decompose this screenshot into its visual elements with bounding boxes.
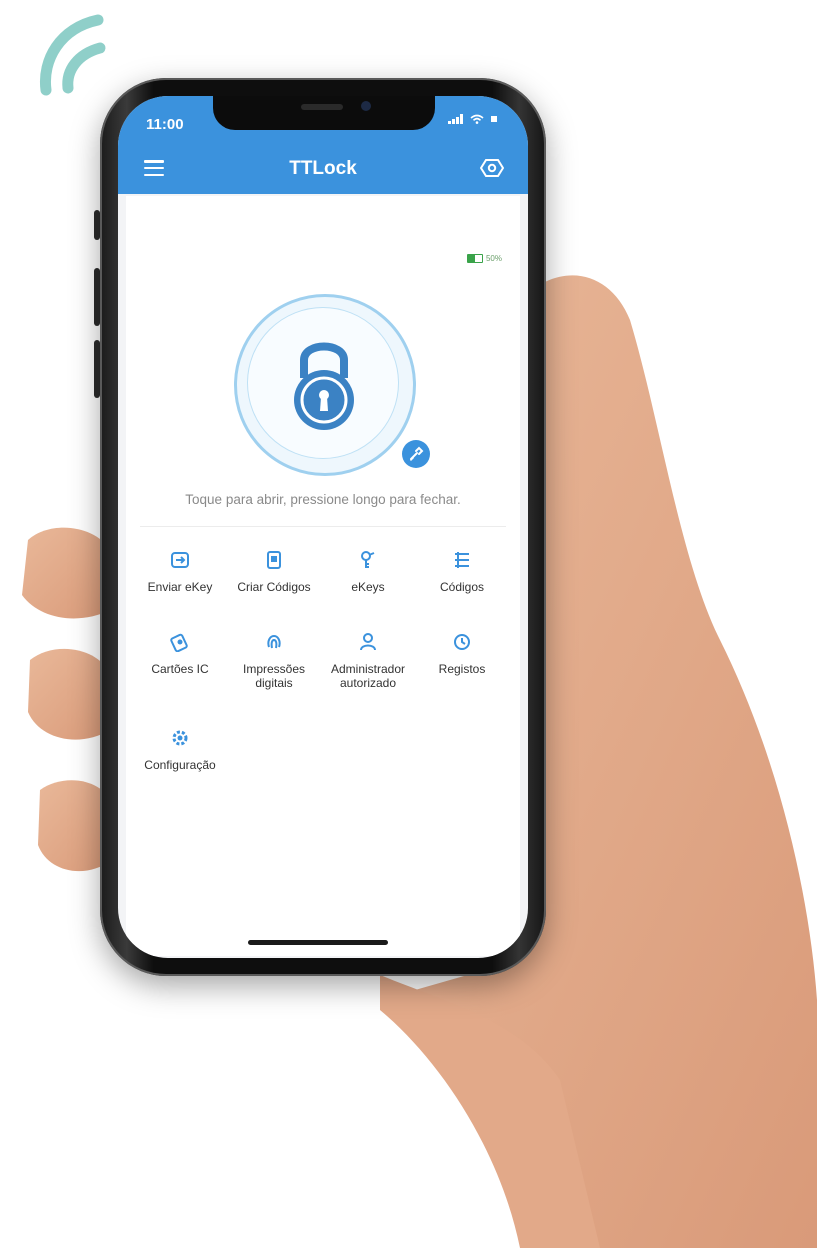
menu-item-label: Registos	[438, 662, 486, 676]
notch	[213, 96, 435, 130]
menu-item-ekeys[interactable]: eKeys	[322, 550, 414, 594]
padlock-icon	[294, 342, 354, 430]
menu-item-label: Impressões digitais	[242, 662, 306, 690]
history-icon	[454, 634, 470, 650]
code-list-icon	[455, 552, 469, 568]
settings-gear-icon[interactable]	[480, 156, 504, 180]
speaker-grille	[301, 104, 343, 110]
menu-item-configuracao[interactable]: Configuração	[134, 728, 226, 772]
front-camera	[361, 101, 371, 111]
menu-item-codigos[interactable]: Códigos	[416, 550, 508, 594]
menu-item-cartoes-ic[interactable]: Cartões IC	[134, 632, 226, 676]
phone-screen: 11:00 TTLock 50% Toque para abrir, press…	[118, 96, 528, 958]
menu-item-label: Cartões IC	[151, 662, 209, 676]
battery-indicator: 50%	[466, 254, 502, 263]
create-code-icon	[267, 551, 281, 569]
settings-icon	[172, 730, 188, 746]
unlock-button[interactable]	[234, 294, 416, 476]
lock-detail-panel: 50% Toque para abrir, pressione longo pa…	[126, 196, 520, 956]
battery-label: 50%	[485, 254, 502, 263]
send-key-icon	[171, 552, 189, 568]
status-time: 11:00	[146, 116, 184, 133]
ekey-icon	[361, 551, 375, 568]
home-indicator[interactable]	[248, 940, 388, 945]
wireless-signal-icon	[39, 14, 106, 96]
menu-item-administrador-autorizado[interactable]: Administrador autorizado	[322, 632, 414, 690]
menu-item-enviar-ekey[interactable]: Enviar eKey	[134, 550, 226, 594]
menu-item-label: Criar Códigos	[237, 580, 311, 594]
ic-card-icon	[170, 633, 188, 652]
menu-item-label: Códigos	[439, 580, 485, 594]
brush-icon[interactable]	[402, 440, 430, 468]
status-icons	[448, 114, 498, 124]
menu-item-impressoes-digitais[interactable]: Impressões digitais	[228, 632, 320, 690]
admin-user-icon	[360, 633, 376, 651]
menu-item-label: Enviar eKey	[147, 580, 213, 594]
menu-item-label: eKeys	[351, 580, 385, 594]
app-header: 11:00 TTLock	[118, 96, 528, 194]
divider	[140, 526, 506, 527]
unlock-hint: Toque para abrir, pressione longo para f…	[185, 492, 461, 507]
app-title: TTLock	[289, 158, 357, 179]
menu-item-criar-codigos[interactable]: Criar Códigos	[228, 550, 320, 594]
unlock-button-inner	[247, 307, 399, 459]
wifi-icon	[470, 114, 484, 124]
battery-icon	[491, 116, 497, 122]
menu-item-label: Administrador autorizado	[330, 662, 406, 690]
fingerprint-icon	[267, 634, 281, 649]
menu-item-label: Configuração	[144, 758, 216, 772]
battery-level-bar	[466, 254, 483, 263]
menu-item-registos[interactable]: Registos	[416, 632, 508, 676]
signal-bars-icon	[448, 114, 463, 124]
